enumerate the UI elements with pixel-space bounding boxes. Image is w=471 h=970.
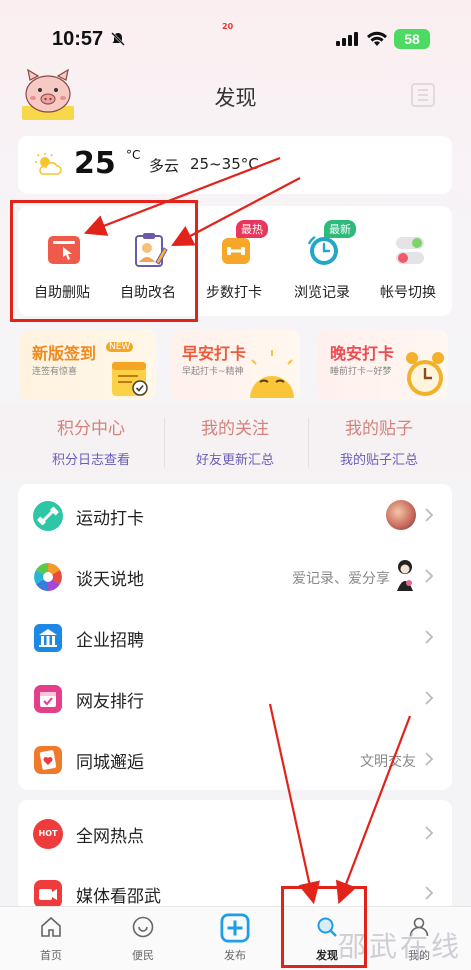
page-title: 发现 [214, 86, 257, 110]
my-posts-link[interactable]: 我的贴子 我的贴子汇总 [306, 414, 452, 468]
tool-browse-history[interactable]: 最新 浏览记录 [282, 220, 362, 304]
chevron-right-icon [425, 886, 434, 900]
nav-label: 发布 [224, 949, 246, 962]
chevron-right-icon [425, 630, 434, 644]
nav-publish[interactable]: 发布 [188, 907, 282, 970]
chevron-right-icon [425, 691, 434, 705]
weather-range: 25~35°C [190, 155, 259, 173]
weather-card[interactable]: 25 °C 多云 25~35°C [18, 136, 452, 194]
sport-icon [33, 501, 63, 531]
annotation-box-discover [281, 886, 367, 968]
tool-label: 浏览记录 [294, 285, 350, 301]
list-item-local-meet[interactable]: 同城邂逅 文明交友 [18, 728, 452, 788]
quick-links: 积分中心 积分日志查看 我的关注 好友更新汇总 我的贴子 我的贴子汇总 [0, 404, 471, 478]
chevron-right-icon [425, 569, 434, 583]
tool-switch-account[interactable]: 帐号切换 [368, 224, 448, 304]
scan-icon[interactable] [410, 82, 436, 108]
hot-icon-text: HOT [38, 829, 58, 838]
tool-step-checkin[interactable]: 最热 步数打卡 [194, 220, 274, 304]
hot-icon: HOT [33, 819, 63, 849]
points-center-link[interactable]: 积分中心 积分日志查看 [18, 414, 164, 468]
nav-label: 便民 [132, 949, 154, 962]
chevron-right-icon [425, 752, 434, 766]
col-title: 积分中心 [57, 419, 125, 439]
sun-face-icon [250, 350, 294, 398]
list-item-label: 谈天说地 [76, 570, 144, 590]
list-item-hot-topics[interactable]: HOT 全网热点 [18, 802, 452, 862]
list-item-extra: 文明交友 [360, 754, 416, 770]
video-camera-icon [34, 880, 62, 908]
promo-morning-checkin[interactable]: 早安打卡 早起打卡~精神 [170, 330, 300, 400]
calendar-check-icon [112, 362, 148, 396]
promo-subtitle: 睡前打卡~好梦 [330, 367, 392, 377]
list-item-extra: 爱记录、爱分享 [292, 571, 390, 587]
partly-cloudy-icon [35, 153, 62, 175]
toggle-switch-icon [396, 237, 424, 264]
battery-level: 58 [404, 31, 420, 47]
list-item-label: 企业招聘 [76, 631, 144, 651]
feature-list: 运动打卡 谈天说地 爱记录、爱分享 企业招聘 网友排行 同城邂逅 文明交友 [18, 484, 452, 790]
nav-label: 首页 [40, 949, 62, 962]
col-title: 我的贴子 [345, 419, 413, 439]
company-icon [34, 624, 62, 652]
girl-illustration-icon [397, 560, 413, 591]
home-icon [41, 916, 61, 937]
nav-home[interactable]: 首页 [4, 907, 98, 970]
list-item-label: 全网热点 [76, 827, 144, 847]
tool-label: 帐号切换 [380, 285, 436, 301]
promo-subtitle: 早起打卡~精神 [182, 367, 244, 377]
status-bar: 10:57 20 58 [0, 0, 471, 60]
list-item-label: 网友排行 [76, 692, 144, 712]
tool-label: 步数打卡 [206, 285, 262, 301]
list-item-chat[interactable]: 谈天说地 爱记录、爱分享 [18, 545, 452, 605]
alarm-clock-icon [406, 352, 444, 396]
convenience-icon [132, 916, 154, 938]
promo-title: 晚安打卡 [330, 344, 395, 363]
promo-subtitle: 连签有惊喜 [32, 367, 78, 377]
weather-temperature: 25 [74, 146, 116, 181]
col-subtitle: 我的贴子汇总 [339, 453, 418, 468]
publish-plus-icon [220, 913, 250, 943]
weather-condition: 多云 [149, 157, 180, 175]
bell-muted-icon [111, 32, 125, 46]
cellular-signal-icon [336, 32, 358, 46]
list-item-jobs[interactable]: 企业招聘 [18, 606, 452, 666]
calendar-icon [34, 685, 62, 713]
promo-night-checkin[interactable]: 晚安打卡 睡前打卡~好梦 [318, 330, 448, 400]
aperture-icon [34, 563, 62, 591]
promo-new-checkin[interactable]: 新版签到 NEW 连签有惊喜 [20, 330, 156, 400]
promo-title: 新版签到 [32, 344, 97, 363]
status-center-indicator: 20 [222, 22, 234, 31]
weather-unit: °C [126, 148, 141, 162]
user-avatar [386, 500, 416, 530]
list-item-label: 媒体看邵武 [76, 887, 161, 907]
col-subtitle: 积分日志查看 [51, 453, 130, 468]
list-item-ranking[interactable]: 网友排行 [18, 667, 452, 727]
heart-card-icon [34, 746, 62, 774]
promo-title: 早安打卡 [182, 344, 247, 363]
badge-new: 最新 [324, 220, 356, 238]
wifi-icon [367, 31, 387, 46]
status-time: 10:57 [52, 28, 104, 50]
promo-new-tag: NEW [106, 342, 134, 352]
my-follows-link[interactable]: 我的关注 好友更新汇总 [162, 414, 308, 468]
list-item-label: 运动打卡 [76, 509, 144, 529]
annotation-box-tools [10, 200, 198, 322]
list-item-sport-checkin[interactable]: 运动打卡 [18, 484, 452, 544]
nav-convenience[interactable]: 便民 [96, 907, 190, 970]
chevron-right-icon [425, 826, 434, 840]
chevron-right-icon [425, 508, 434, 522]
badge-hot: 最热 [236, 220, 268, 238]
col-title: 我的关注 [201, 419, 269, 439]
media-list: HOT 全网热点 媒体看邵武 [18, 800, 452, 912]
list-item-label: 同城邂逅 [76, 753, 144, 773]
battery-indicator: 58 [394, 29, 430, 49]
col-subtitle: 好友更新汇总 [195, 453, 274, 468]
